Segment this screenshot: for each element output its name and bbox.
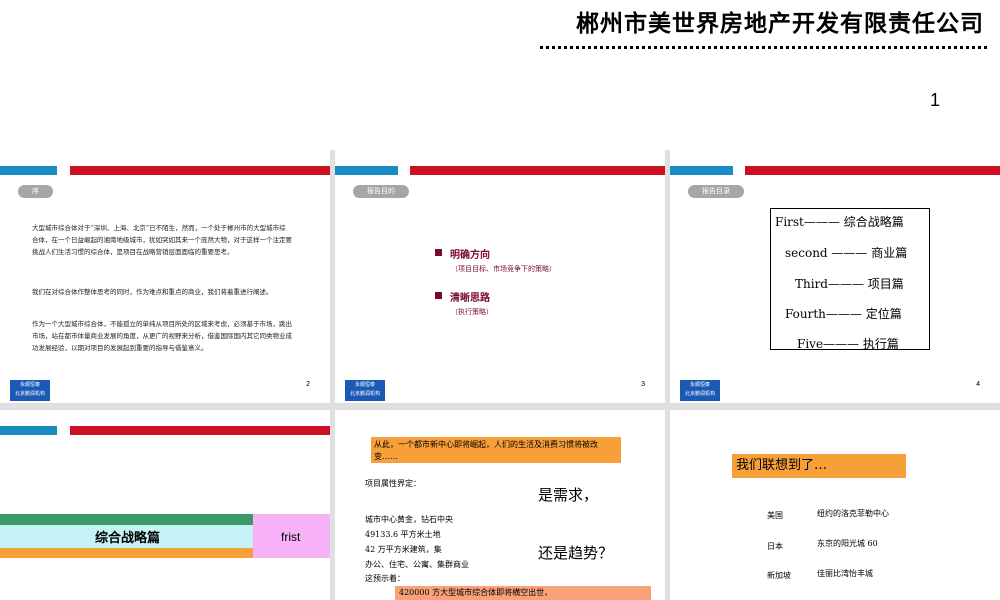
slide-number: 4 (976, 381, 980, 388)
footer-line-1: 永顺恒泰 (354, 382, 375, 388)
attr-line-5: 这预示着： (365, 574, 405, 583)
country-3: 新加坡 (767, 571, 791, 580)
slide-7[interactable]: 我们联想到了… 美国 纽约的洛克菲勒中心 日本 东京的阳光城 60 新加坡 佳丽… (670, 410, 1000, 600)
blue-bar (0, 426, 57, 435)
footer-line-1: 永顺恒泰 (689, 382, 710, 388)
paragraph-2: 我们在对综合体作整体思考的同时，作为难点和重点的商业，我们将着重进行阐述。 (32, 288, 273, 296)
blue-bar (335, 166, 398, 175)
country-1: 美国 (767, 511, 783, 520)
section-title: 综合战略篇 (95, 531, 161, 546)
page-number: 1 (930, 90, 941, 110)
title-banner: 我们联想到了… (732, 454, 906, 478)
section-tag: 报告目的 (353, 185, 409, 198)
footer-line-2: 北京鹏润机构 (684, 391, 715, 397)
bottom-banner-text: 420000 方大型城市综合体即将横空出世， (399, 588, 553, 597)
red-bar (745, 166, 1000, 175)
item-1-heading: 明确方向 (450, 250, 490, 261)
toc-item-3: Third——— 项目篇 (795, 277, 904, 291)
footer-line-2: 北京鹏润机构 (14, 391, 45, 397)
item-1-sub: （项目目标、市场竞争下的策略） (451, 265, 556, 273)
green-band (0, 514, 253, 525)
slide-number: 2 (306, 381, 310, 388)
section-tag: 报告目录 (688, 185, 744, 198)
side-label: frist (281, 530, 301, 544)
paragraph-1: 大型城市综合体对于“深圳、上海、北京”已不陌生，然而，一个处于郴州市的大型城市综… (32, 224, 292, 256)
red-bar (410, 166, 665, 175)
footer-logo: 永顺恒泰 北京鹏润机构 (10, 380, 50, 401)
attr-line-4: 办公、住宅、公寓、集群商业 (365, 560, 469, 569)
attribute-label: 项目属性界定： (365, 479, 421, 488)
headline-banner: 从此，一个都市新中心即将崛起，人们的生活及消费习惯将被改变…… (371, 437, 621, 463)
footer-line-1: 永顺恒泰 (19, 382, 40, 388)
red-bar (70, 166, 330, 175)
footer-logo: 永顺恒泰 北京鹏润机构 (680, 380, 720, 401)
company-title: 郴州市美世界房地产开发有限责任公司 (576, 11, 984, 37)
attr-line-1: 城市中心黄金，钻石中央 (365, 515, 453, 524)
bullet-icon (435, 249, 442, 256)
attr-line-2: 49133.6 平方米土地 (365, 530, 441, 539)
dotted-divider (540, 46, 987, 49)
slide-number: 3 (641, 381, 645, 388)
blue-bar (670, 166, 733, 175)
headline-text: 从此，一个都市新中心即将崛起，人们的生活及消费习惯将被改变…… (374, 440, 598, 461)
section-tag: 序 (18, 185, 53, 198)
footer-logo: 永顺恒泰 北京鹏润机构 (345, 380, 385, 401)
place-2: 东京的阳光城 60 (817, 539, 878, 548)
slide-3[interactable]: 报告目的 明确方向 （项目目标、市场竞争下的策略） 清晰思路 （执行策略） 永顺… (335, 150, 665, 403)
slide-2[interactable]: 序 大型城市综合体对于“深圳、上海、北京”已不陌生，然而，一个处于郴州市的大型城… (0, 150, 330, 403)
toc-item-5: Five——— 执行篇 (797, 337, 899, 351)
slide-title: 我们联想到了… (736, 458, 828, 473)
item-2-sub: （执行策略） (451, 308, 493, 316)
bottom-banner: 420000 方大型城市综合体即将横空出世， (395, 586, 651, 600)
country-2: 日本 (767, 542, 783, 551)
big-question-1: 是需求， (538, 486, 599, 504)
red-bar (70, 426, 330, 435)
item-2-heading: 清晰思路 (450, 293, 490, 304)
slide-4[interactable]: 报告目录 First——— 综合战略篇 second ——— 商业篇 Third… (670, 150, 1000, 403)
place-3: 佳丽比湾怡丰城 (817, 569, 873, 578)
slide-6[interactable]: 从此，一个都市新中心即将崛起，人们的生活及消费习惯将被改变…… 项目属性界定： … (335, 410, 665, 600)
paragraph-3: 作为一个大型城市综合体，不能孤立的单纯从项目所处的区域来考虑，必须基于市场，跳出… (32, 320, 292, 352)
footer-line-2: 北京鹏润机构 (349, 391, 380, 397)
attr-line-3: 42 万平方米建筑，集 (365, 545, 442, 554)
big-question-2: 还是趋势？ (538, 544, 614, 562)
slide-5[interactable]: 综合战略篇 frist (0, 410, 330, 600)
toc-item-2: second ——— 商业篇 (785, 246, 908, 260)
toc-box: First——— 综合战略篇 second ——— 商业篇 Third——— 项… (770, 208, 930, 351)
bullet-icon (435, 292, 442, 299)
place-1: 纽约的洛克菲勒中心 (817, 509, 889, 518)
blue-bar (0, 166, 57, 175)
toc-item-4: Fourth——— 定位篇 (785, 307, 902, 321)
toc-item-1: First——— 综合战略篇 (775, 215, 904, 229)
orange-band (0, 548, 253, 558)
